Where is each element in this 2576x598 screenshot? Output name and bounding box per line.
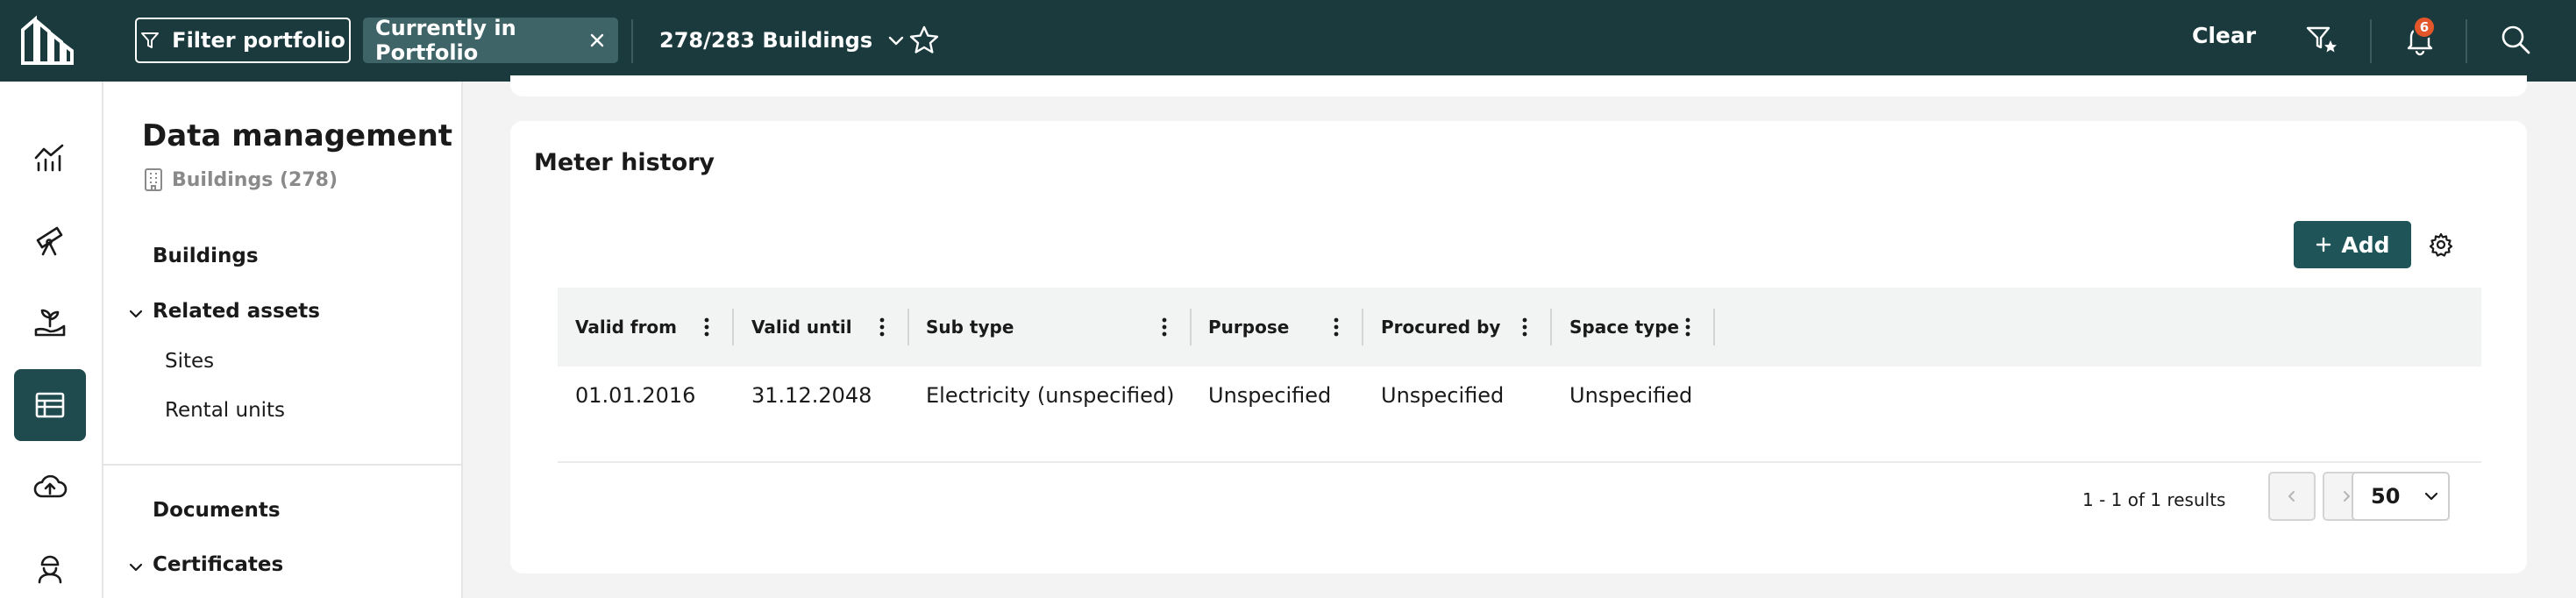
chevron-down-icon [888,36,904,46]
worker-icon [38,555,62,584]
telescope-icon [36,226,63,256]
per-page-select[interactable]: 50 [2352,472,2450,521]
cell-valid-from: 01.01.2016 [575,383,696,408]
previous-card [510,75,2527,96]
cell-valid-until: 31.12.2048 [751,383,872,408]
buildings-summary-label: Buildings (278) [172,168,338,191]
nav-buildings[interactable]: Buildings [153,245,259,267]
building-icon [145,168,162,191]
nav-certificates[interactable]: Certificates [153,553,283,576]
more-vertical-icon[interactable] [698,314,715,340]
table-header: Valid from Valid until Sub type Purpose … [558,288,2481,367]
column-separator[interactable] [1190,309,1192,345]
nav-documents[interactable]: Documents [153,499,281,522]
prev-page-button[interactable] [2268,472,2316,521]
more-vertical-icon[interactable] [1327,314,1345,340]
column-header[interactable]: Purpose [1208,288,1289,367]
more-vertical-icon[interactable] [1679,314,1697,340]
nav-rental-units[interactable]: Rental units [165,399,285,422]
top-bar: Filter portfolio Currently in Portfolio … [0,0,2576,82]
per-page-value: 50 [2371,484,2401,509]
filter-portfolio-button[interactable]: Filter portfolio [135,18,351,63]
filter-star-icon[interactable] [2304,23,2339,58]
rail-item-analytics[interactable] [14,122,86,194]
buildings-count-label: 278/283 Buildings [659,28,873,53]
cell-space-type: Unspecified [1569,383,1693,408]
more-vertical-icon[interactable] [873,314,891,340]
rail-item-upload[interactable] [14,452,86,523]
rail-item-sustainability[interactable] [14,287,86,359]
chip-label: Currently in Portfolio [375,16,516,65]
topbar-divider [2466,19,2467,63]
pagination-summary: 1 - 1 of 1 results [2082,489,2226,510]
more-vertical-icon[interactable] [1516,314,1534,340]
column-separator[interactable] [1550,309,1552,345]
close-icon[interactable] [587,29,606,52]
meter-history-card: Meter history Add Valid from Valid until… [510,121,2527,573]
add-button[interactable]: Add [2294,221,2411,268]
column-separator[interactable] [907,309,909,345]
chart-icon [34,144,64,172]
data-management-nav: Data management Buildings (278) Building… [103,82,463,598]
rail-item-data-management[interactable] [14,369,86,441]
column-separator[interactable] [1362,309,1363,345]
chevron-down-icon[interactable] [128,306,144,322]
nav-divider [103,464,461,466]
chevron-down-icon [2425,492,2438,501]
nav-related-assets[interactable]: Related assets [153,300,320,323]
more-vertical-icon[interactable] [1156,314,1173,340]
notification-badge: 6 [2413,16,2436,39]
plus-icon [2316,237,2331,253]
buildings-summary: Buildings (278) [144,167,338,192]
filter-icon [141,32,160,48]
plant-hand-icon [34,309,66,337]
table-row[interactable]: 01.01.2016 31.12.2048 Electricity (unspe… [558,367,2481,463]
column-header[interactable]: Valid until [751,288,852,367]
topbar-divider [2370,19,2372,63]
star-icon[interactable] [908,25,940,56]
filter-portfolio-label: Filter portfolio [172,28,345,53]
column-header[interactable]: Sub type [926,288,1014,367]
rail-item-insights[interactable] [14,204,86,276]
topbar-divider [631,19,633,63]
cell-purpose: Unspecified [1208,383,1332,408]
meter-history-title: Meter history [534,149,715,176]
page-title: Data management [142,118,453,153]
gear-icon[interactable] [2428,231,2454,258]
cloud-upload-icon [33,474,68,498]
meter-history-table: Valid from Valid until Sub type Purpose … [558,288,2481,463]
rail-item-users[interactable] [14,532,86,598]
add-button-label: Add [2341,231,2390,258]
logo-icon[interactable] [19,14,75,67]
column-header[interactable]: Valid from [575,288,677,367]
column-separator[interactable] [1713,309,1715,345]
cell-sub-type: Electricity (unspecified) [926,383,1175,408]
table-icon [35,392,65,418]
buildings-selector[interactable]: 278/283 Buildings [659,19,906,61]
column-header[interactable]: Procured by [1381,288,1500,367]
column-header[interactable]: Space type [1569,288,1679,367]
search-icon[interactable] [2499,23,2532,56]
portfolio-filter-chip[interactable]: Currently in Portfolio [363,16,618,65]
chevron-left-icon [2288,491,2295,502]
icon-rail [0,82,103,598]
nav-sites[interactable]: Sites [165,350,214,373]
column-separator[interactable] [732,309,734,345]
cell-procured-by: Unspecified [1381,383,1505,408]
chevron-down-icon[interactable] [128,559,144,575]
clear-button[interactable]: Clear [2192,23,2256,48]
